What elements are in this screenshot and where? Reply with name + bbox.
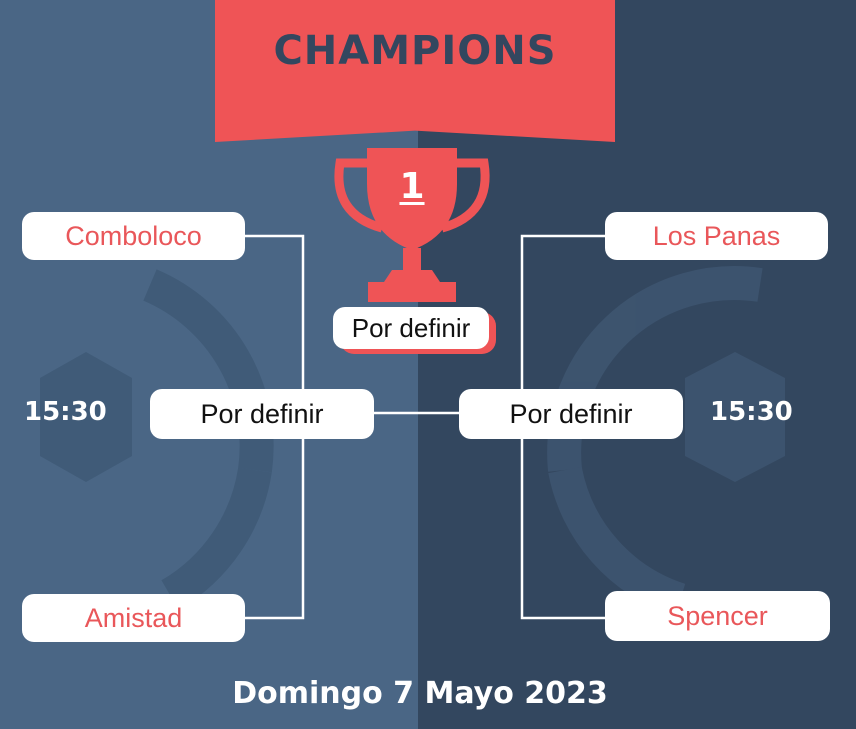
final-match-pill: Por definir	[333, 307, 489, 349]
left-semifinal-pill: Por definir	[150, 389, 374, 439]
right-team-bottom-pill: Spencer	[605, 591, 830, 641]
trophy-rank-number: 1	[399, 166, 425, 207]
right-match-time: 15:30	[710, 397, 793, 427]
left-team-top-pill: Comboloco	[22, 212, 245, 260]
right-team-top-pill: Los Panas	[605, 212, 828, 260]
right-semifinal-pill: Por definir	[459, 389, 683, 439]
event-date: Domingo 7 Mayo 2023	[232, 676, 608, 711]
left-team-bottom-pill: Amistad	[22, 594, 245, 642]
left-match-time: 15:30	[24, 397, 107, 427]
